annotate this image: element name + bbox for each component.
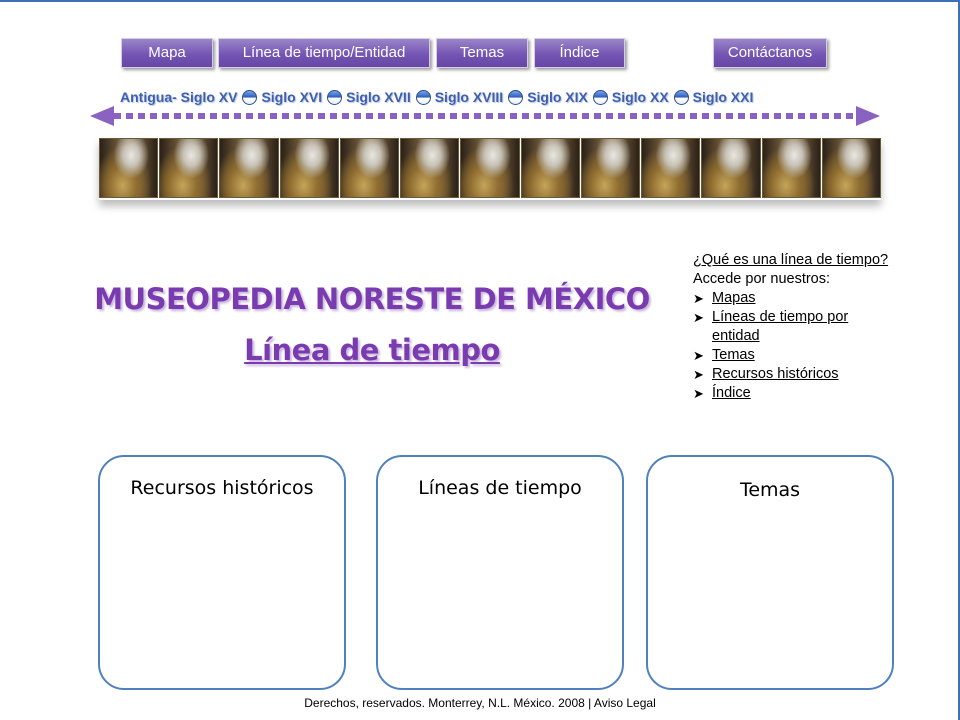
sidebar-link-mapas[interactable]: Mapas [712, 290, 756, 306]
timeline-dot-icon [415, 89, 431, 105]
strip-thumbnail[interactable] [279, 138, 339, 198]
nav-button-contactanos[interactable]: Contáctanos [713, 38, 827, 68]
footer-legal-link[interactable]: Aviso Legal [594, 696, 656, 710]
sidebar-link-temas[interactable]: Temas [712, 347, 755, 363]
nav-button-mapa[interactable]: Mapa [121, 38, 213, 68]
timeline-arrow-right-head [856, 106, 880, 126]
sidebar-item-recursos: ➤ Recursos históricos [693, 365, 893, 384]
strip-thumbnail[interactable] [580, 138, 641, 198]
strip-thumbnail[interactable] [701, 138, 761, 198]
sidebar-link-indice[interactable]: Índice [712, 385, 751, 401]
century-xxi[interactable]: Siglo XXI [693, 89, 754, 105]
strip-thumbnail[interactable] [520, 138, 580, 198]
strip-thumbnail[interactable] [219, 138, 279, 198]
century-xvii[interactable]: Siglo XVII [346, 89, 411, 105]
chevron-right-icon: ➤ [693, 367, 704, 382]
window-frame-top [0, 0, 960, 2]
century-xix[interactable]: Siglo XIX [527, 89, 588, 105]
footer-copyright: Derechos, reservados. Monterrey, N.L. Mé… [304, 696, 592, 710]
century-xviii[interactable]: Siglo XVIII [435, 89, 503, 105]
sidebar-link-list: ➤ Mapas ➤ Líneas de tiempo por entidad ➤ Te… [693, 289, 893, 403]
strip-thumbnail[interactable] [339, 138, 400, 198]
sidebar-intro: Accede por nuestros: [693, 271, 831, 287]
chevron-right-icon: ➤ [693, 310, 704, 325]
box-title: Temas [739, 479, 801, 501]
strip-thumbnail[interactable] [821, 138, 882, 198]
century-antigua-xv[interactable]: Antigua- Siglo XV [120, 89, 237, 105]
sidebar: ¿Qué es una línea de tiempo? Accede por … [693, 251, 893, 403]
century-xvi[interactable]: Siglo XVI [261, 89, 322, 105]
what-is-timeline-link[interactable]: ¿Qué es una línea de tiempo? [693, 252, 888, 268]
image-strip [99, 138, 882, 200]
strip-thumbnail[interactable] [99, 138, 159, 198]
footer: Derechos, reservados. Monterrey, N.L. Mé… [0, 696, 960, 710]
century-xx[interactable]: Siglo XX [612, 89, 669, 105]
box-temas[interactable]: Temas [646, 455, 894, 690]
timeline-arrow-left-head [90, 106, 114, 126]
strip-thumbnail[interactable] [761, 138, 821, 198]
sidebar-item-temas: ➤ Temas [693, 346, 893, 365]
timeline-dot-icon [592, 89, 608, 105]
timeline-dot-icon [327, 89, 343, 105]
timeline-dot-icon [508, 89, 524, 105]
box-lineas-de-tiempo[interactable]: Líneas de tiempo [376, 455, 624, 690]
chevron-right-icon: ➤ [693, 386, 704, 401]
nav-button-temas[interactable]: Temas [436, 38, 528, 68]
timeline-dot-icon [673, 89, 689, 105]
sidebar-link-lineas-por-entidad[interactable]: Líneas de tiempo por entidad [712, 309, 848, 344]
sidebar-item-lineas: ➤ Líneas de tiempo por entidad [693, 308, 893, 346]
chevron-right-icon: ➤ [693, 291, 704, 306]
box-title: Recursos históricos [130, 477, 314, 499]
page-title: MUSEOPEDIA NORESTE DE MÉXICO [94, 282, 650, 316]
box-recursos-historicos[interactable]: Recursos históricos [98, 455, 346, 690]
strip-thumbnail[interactable] [159, 138, 219, 198]
strip-thumbnail[interactable] [400, 138, 460, 198]
chevron-right-icon: ➤ [693, 348, 704, 363]
century-labels: Antigua- Siglo XV Siglo XVI Siglo XVII S… [120, 86, 860, 108]
nav-button-indice[interactable]: Índice [534, 38, 625, 68]
page-subtitle[interactable]: Línea de tiempo [92, 333, 652, 367]
nav-button-linea-tiempo-entidad[interactable]: Línea de tiempo/Entidad [218, 38, 430, 68]
sidebar-link-recursos-historicos[interactable]: Recursos históricos [712, 366, 839, 382]
strip-thumbnail[interactable] [641, 138, 701, 198]
timeline-dot-icon [242, 89, 258, 105]
century-timeline: Antigua- Siglo XV Siglo XVI Siglo XVII S… [90, 82, 882, 132]
sidebar-item-mapas: ➤ Mapas [693, 289, 893, 308]
strip-thumbnail[interactable] [460, 138, 520, 198]
box-title: Líneas de tiempo [418, 477, 582, 499]
sidebar-item-indice: ➤ Índice [693, 384, 893, 403]
